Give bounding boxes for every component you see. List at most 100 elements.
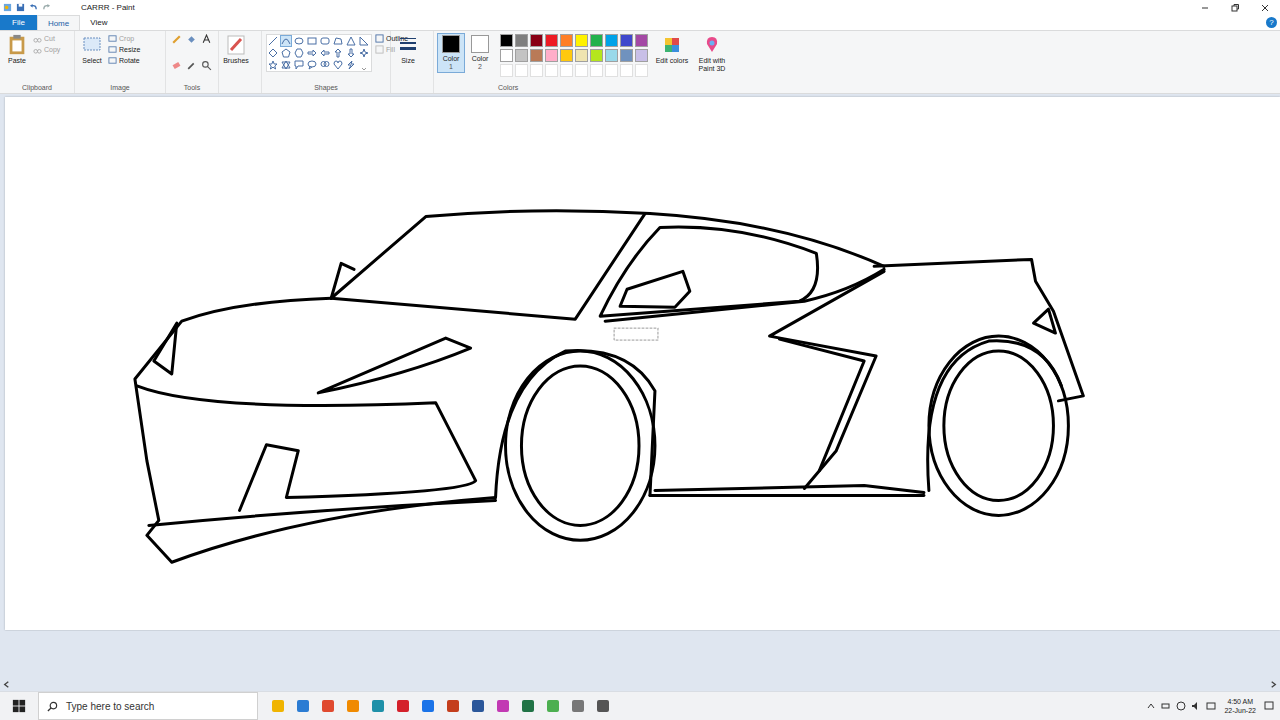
app-icon[interactable] <box>320 698 336 714</box>
select-button[interactable]: Select <box>79 34 105 65</box>
custom-color-slot[interactable] <box>515 64 528 77</box>
save-icon[interactable] <box>16 3 25 12</box>
taskbar-search[interactable]: Type here to search <box>38 692 258 720</box>
palette-color[interactable] <box>575 34 588 47</box>
custom-color-slot[interactable] <box>575 64 588 77</box>
clock[interactable]: 4:50 AM22-Jun-22 <box>1221 697 1259 715</box>
scroll-right-icon[interactable] <box>1269 680 1278 689</box>
language-icon[interactable] <box>1206 701 1216 711</box>
app-icon[interactable] <box>495 698 511 714</box>
size-button[interactable]: Size <box>395 34 421 65</box>
palette-color[interactable] <box>545 49 558 62</box>
lightning-icon[interactable] <box>346 60 356 70</box>
volume-icon[interactable] <box>1191 701 1201 711</box>
triangle-icon[interactable] <box>346 36 356 46</box>
palette-color[interactable] <box>590 49 603 62</box>
battery-icon[interactable] <box>1161 701 1171 711</box>
polygon-icon[interactable] <box>333 36 343 46</box>
custom-color-slot[interactable] <box>605 64 618 77</box>
color-picker-icon[interactable] <box>186 60 197 71</box>
palette-color[interactable] <box>515 49 528 62</box>
color-slot[interactable]: Color1 <box>438 34 464 72</box>
callout-oval-icon[interactable] <box>307 60 317 70</box>
palette-color[interactable] <box>605 49 618 62</box>
app-icon[interactable] <box>595 698 611 714</box>
app-icon[interactable] <box>445 698 461 714</box>
app-icon[interactable] <box>295 698 311 714</box>
horizontal-scrollbar[interactable] <box>13 683 1267 689</box>
pentagon-icon[interactable] <box>281 48 291 58</box>
app-icon[interactable] <box>345 698 361 714</box>
heart-icon[interactable] <box>333 60 343 70</box>
brushes-button[interactable]: Brushes <box>223 34 249 65</box>
right-triangle-icon[interactable] <box>359 36 369 46</box>
palette-color[interactable] <box>515 34 528 47</box>
curve-icon[interactable] <box>281 36 291 46</box>
text-icon[interactable] <box>201 34 212 45</box>
line-icon[interactable] <box>268 36 278 46</box>
drawing-canvas[interactable] <box>5 97 1280 630</box>
app-icon[interactable] <box>395 698 411 714</box>
palette-color[interactable] <box>620 34 633 47</box>
star-five-icon[interactable] <box>268 60 278 70</box>
scroll-down-icon[interactable] <box>359 60 369 70</box>
restore-icon[interactable] <box>1220 1 1250 15</box>
fill-icon[interactable] <box>186 34 197 45</box>
app-icon[interactable] <box>370 698 386 714</box>
pencil-icon[interactable] <box>171 34 182 45</box>
app-icon[interactable] <box>520 698 536 714</box>
custom-color-slot[interactable] <box>560 64 573 77</box>
custom-color-slot[interactable] <box>530 64 543 77</box>
custom-color-slot[interactable] <box>590 64 603 77</box>
custom-color-slot[interactable] <box>635 64 648 77</box>
palette-color[interactable] <box>500 49 513 62</box>
palette-color[interactable] <box>605 34 618 47</box>
custom-color-slot[interactable] <box>620 64 633 77</box>
app-icon[interactable] <box>470 698 486 714</box>
network-icon[interactable] <box>1176 701 1186 711</box>
palette-color[interactable] <box>635 34 648 47</box>
diamond-icon[interactable] <box>268 48 278 58</box>
clipboard-item[interactable]: Copy <box>33 45 60 54</box>
image-item[interactable]: Rotate <box>108 56 140 65</box>
clipboard-item[interactable]: Cut <box>33 34 60 43</box>
oval-icon[interactable] <box>294 36 304 46</box>
windows-start-icon[interactable] <box>0 699 38 713</box>
chevron-up-icon[interactable] <box>1146 701 1156 711</box>
arrow-up-icon[interactable] <box>333 48 343 58</box>
color-slot[interactable]: Color2 <box>467 34 493 72</box>
help-button[interactable]: ? <box>1266 17 1277 28</box>
menu-tab[interactable]: Home <box>37 15 80 30</box>
star-six-icon[interactable] <box>281 60 291 70</box>
custom-color-slot[interactable] <box>500 64 513 77</box>
edit-colors-button[interactable]: Edit colors <box>655 34 689 65</box>
notifications-icon[interactable] <box>1264 701 1274 711</box>
callout-rect-icon[interactable] <box>294 60 304 70</box>
arrow-down-icon[interactable] <box>346 48 356 58</box>
arrow-right-icon[interactable] <box>307 48 317 58</box>
callout-cloud-icon[interactable] <box>320 60 330 70</box>
arrow-left-icon[interactable] <box>320 48 330 58</box>
close-icon[interactable] <box>1250 1 1280 15</box>
palette-color[interactable] <box>620 49 633 62</box>
magnifier-icon[interactable] <box>201 60 212 71</box>
custom-color-slot[interactable] <box>545 64 558 77</box>
palette-color[interactable] <box>530 34 543 47</box>
paste-button[interactable]: Paste <box>4 34 30 65</box>
palette-color[interactable] <box>530 49 543 62</box>
palette-color[interactable] <box>560 49 573 62</box>
paint3d-button[interactable]: Edit with Paint 3D <box>692 34 732 73</box>
undo-icon[interactable] <box>29 3 38 12</box>
palette-color[interactable] <box>560 34 573 47</box>
palette-color[interactable] <box>590 34 603 47</box>
minimize-icon[interactable] <box>1190 1 1220 15</box>
rounded-rectangle-icon[interactable] <box>320 36 330 46</box>
palette-color[interactable] <box>545 34 558 47</box>
app-icon[interactable] <box>420 698 436 714</box>
menu-tab[interactable]: View <box>80 15 117 30</box>
palette-color[interactable] <box>575 49 588 62</box>
palette-color[interactable] <box>635 49 648 62</box>
redo-icon[interactable] <box>42 3 51 12</box>
image-item[interactable]: Crop <box>108 34 140 43</box>
star-four-icon[interactable] <box>359 48 369 58</box>
